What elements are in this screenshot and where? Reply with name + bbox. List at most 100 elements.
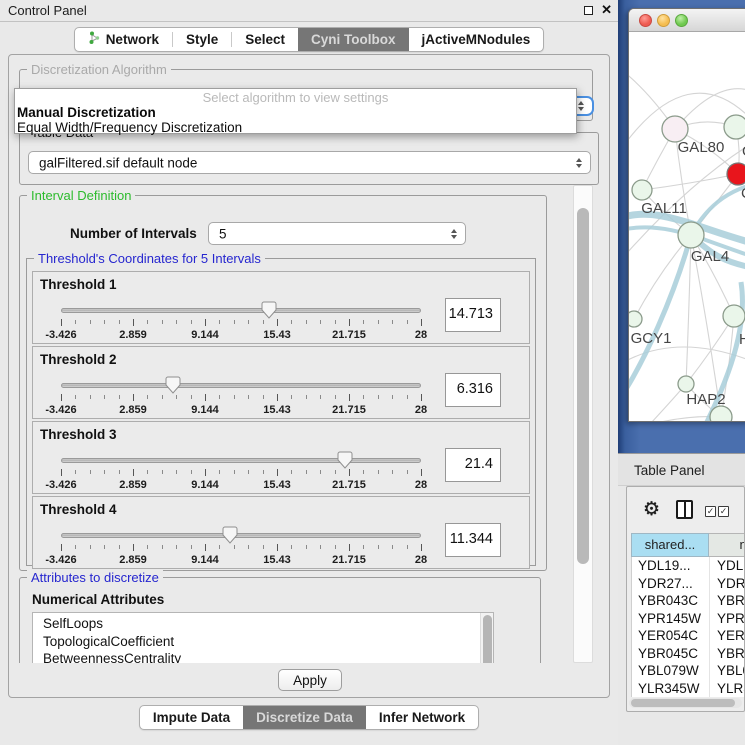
- table-cell: YLR345W: [632, 680, 710, 698]
- settings-scroll-area: Interval Definition Number of Intervals …: [13, 185, 571, 663]
- table-row[interactable]: YPR145WYPR145W: [632, 610, 745, 628]
- table-cell: YBR043C: [632, 592, 710, 610]
- threshold-slider[interactable]: -3.4262.8599.14415.4321.71528: [61, 525, 421, 567]
- attribute-item[interactable]: SelfLoops: [33, 615, 480, 633]
- slider-thumb[interactable]: [165, 376, 181, 394]
- network-node-label: GCY1: [631, 330, 672, 347]
- network-node[interactable]: [710, 406, 732, 422]
- network-node[interactable]: [678, 376, 694, 392]
- tab-cyni-toolbox[interactable]: Cyni Toolbox: [298, 28, 409, 51]
- number-of-intervals-combo[interactable]: 5: [208, 222, 466, 245]
- combo-spinner-icon: [576, 158, 582, 168]
- table-row[interactable]: YBR043CYBR043C: [632, 592, 745, 610]
- settings-vertical-scrollbar[interactable]: [573, 185, 593, 663]
- bottom-tab-bar: Impute Data Discretize Data Infer Networ…: [139, 705, 479, 730]
- slider-tick-labels: -3.4262.8599.14415.4321.71528: [61, 404, 421, 416]
- threshold-row: Threshold 3 -3.4262.8599.14415.4321.7152…: [32, 421, 530, 494]
- network-node-label: C: [741, 185, 745, 202]
- slider-ticks: [61, 469, 421, 477]
- network-node[interactable]: [727, 163, 745, 185]
- apply-row: Apply: [9, 665, 611, 695]
- thresholds-group-label: Threshold's Coordinates for 5 Intervals: [34, 251, 265, 266]
- table-data-combo[interactable]: galFiltered.sif default node: [28, 151, 591, 174]
- network-node[interactable]: [678, 222, 704, 248]
- slider-thumb[interactable]: [261, 301, 277, 319]
- dropdown-placeholder-item[interactable]: Select algorithm to view settings: [15, 90, 576, 105]
- slider-track[interactable]: [61, 533, 421, 538]
- table-row[interactable]: YBL079WYBL079W: [632, 662, 745, 680]
- slider-thumb[interactable]: [222, 526, 238, 544]
- scrollbar-thumb[interactable]: [577, 208, 589, 564]
- table-row[interactable]: YER054CYER054C: [632, 627, 745, 645]
- dropdown-item-manual-discretization[interactable]: Manual Discretization: [15, 105, 576, 120]
- close-icon[interactable]: ✕: [601, 2, 612, 18]
- threshold-slider[interactable]: -3.4262.8599.14415.4321.71528: [61, 375, 421, 417]
- attributes-list[interactable]: SelfLoopsTopologicalCoefficientBetweenne…: [32, 612, 494, 663]
- attributes-list-scrollbar[interactable]: [480, 613, 493, 663]
- network-canvas[interactable]: GAL80GACGAL11GAL4GCY1HHAP2: [629, 32, 745, 422]
- table-horizontal-scrollbar[interactable]: [629, 698, 742, 708]
- threshold-slider[interactable]: -3.4262.8599.14415.4321.71528: [61, 450, 421, 492]
- column-header-shared-name[interactable]: shared...: [631, 533, 709, 557]
- checkbox-icon[interactable]: [705, 506, 716, 517]
- tab-impute-data[interactable]: Impute Data: [140, 706, 243, 729]
- tab-infer-network[interactable]: Infer Network: [366, 706, 478, 729]
- network-node[interactable]: [723, 305, 745, 327]
- network-node[interactable]: [632, 180, 652, 200]
- float-window-icon[interactable]: [584, 6, 593, 15]
- slider-track[interactable]: [61, 383, 421, 388]
- network-window-titlebar: [629, 9, 745, 32]
- network-tab-icon: [88, 31, 101, 48]
- slider-tick-labels: -3.4262.8599.14415.4321.71528: [61, 554, 421, 566]
- slider-track[interactable]: [61, 308, 421, 313]
- slider-track[interactable]: [61, 458, 421, 463]
- threshold-value-field[interactable]: 6.316: [445, 373, 501, 407]
- threshold-row: Threshold 4 -3.4262.8599.14415.4321.7152…: [32, 496, 530, 569]
- algorithm-dropdown-popup: Select algorithm to view settings Manual…: [14, 88, 577, 134]
- attributes-group-label: Attributes to discretize: [27, 570, 163, 585]
- tab-jactivemnodules[interactable]: jActiveMNodules: [409, 28, 544, 51]
- network-node[interactable]: [724, 115, 745, 139]
- tab-network[interactable]: Network: [75, 28, 172, 51]
- slider-thumb[interactable]: [337, 451, 353, 469]
- table-row[interactable]: YDR27...YDR27...: [632, 575, 745, 593]
- mac-zoom-button[interactable]: [675, 14, 688, 27]
- tab-select[interactable]: Select: [232, 28, 298, 51]
- checkbox-icon[interactable]: [718, 506, 729, 517]
- threshold-label: Threshold 4: [40, 502, 117, 517]
- dropdown-item-equal-width[interactable]: Equal Width/Frequency Discretization: [15, 120, 576, 135]
- tab-network-label: Network: [106, 32, 159, 47]
- table-data-group: Table Data galFiltered.sif default node: [19, 132, 599, 185]
- threshold-value-field[interactable]: 21.4: [445, 448, 501, 482]
- attribute-item[interactable]: BetweennessCentrality: [33, 650, 480, 663]
- attribute-item[interactable]: TopologicalCoefficient: [33, 633, 480, 651]
- numerical-attributes-label: Numerical Attributes: [32, 592, 164, 607]
- table-row[interactable]: YBR045CYBR045C: [632, 645, 745, 663]
- table-row[interactable]: YDL19...YDL19...: [632, 557, 745, 575]
- threshold-value-field[interactable]: 11.344: [445, 523, 501, 557]
- tab-style[interactable]: Style: [173, 28, 231, 51]
- slider-tick-labels: -3.4262.8599.14415.4321.71528: [61, 479, 421, 491]
- scrollbar-thumb[interactable]: [631, 699, 735, 707]
- bottom-tab-row: Impute Data Discretize Data Infer Networ…: [0, 705, 618, 730]
- gear-icon[interactable]: ⚙: [643, 498, 660, 521]
- table-cell: YBL079W: [632, 662, 710, 680]
- table-row[interactable]: YLR345WYLR345W: [632, 680, 745, 698]
- column-header-name[interactable]: n...: [709, 533, 745, 557]
- node-table-header: shared... n...: [631, 533, 745, 557]
- column-layout-icon[interactable]: [676, 500, 693, 519]
- network-node-label: GAL80: [678, 139, 725, 156]
- network-node[interactable]: [629, 311, 642, 327]
- table-data-combo-value: galFiltered.sif default node: [39, 155, 197, 170]
- scrollbar-thumb[interactable]: [483, 615, 492, 663]
- apply-button[interactable]: Apply: [278, 669, 342, 691]
- attributes-list-items: SelfLoopsTopologicalCoefficientBetweenne…: [33, 615, 480, 663]
- threshold-slider[interactable]: -3.4262.8599.14415.4321.71528: [61, 300, 421, 342]
- mac-close-button[interactable]: [639, 14, 652, 27]
- mac-minimize-button[interactable]: [657, 14, 670, 27]
- table-cell: YDR27...: [632, 575, 710, 593]
- threshold-row: Threshold 2 -3.4262.8599.14415.4321.7152…: [32, 346, 530, 419]
- threshold-value-field[interactable]: 14.713: [445, 298, 501, 332]
- node-table-body: YDL19...YDL19...YDR27...YDR27...YBR043CY…: [631, 557, 745, 697]
- tab-discretize-data[interactable]: Discretize Data: [243, 706, 366, 729]
